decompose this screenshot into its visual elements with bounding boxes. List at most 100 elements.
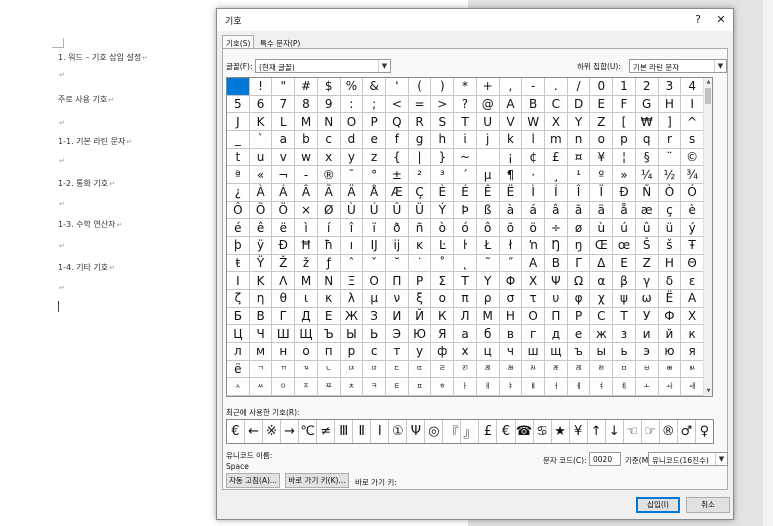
recent-symbol-cell[interactable]: ℃ (299, 420, 318, 443)
symbol-cell[interactable]: У (635, 307, 659, 326)
symbol-cell[interactable]: Ø (317, 201, 341, 220)
symbol-cell[interactable]: ˚ (431, 254, 455, 273)
symbol-cell[interactable]: Ÿ (249, 254, 273, 273)
shortcut-key-button[interactable]: 바로 가기 키(K)... (285, 473, 349, 488)
symbol-cell[interactable]: Ν (317, 272, 341, 290)
symbol-cell[interactable]: Õ (249, 201, 273, 220)
symbol-cell[interactable]: М (476, 307, 500, 326)
symbol-cell[interactable]: Q (385, 113, 409, 131)
symbol-cell[interactable]: ж (590, 325, 614, 343)
symbol-cell[interactable]: Л (454, 307, 477, 326)
symbol-cell[interactable]: Κ (249, 272, 273, 290)
symbol-cell[interactable]: α (590, 272, 614, 290)
autocorrect-button[interactable]: 자동 고침(A)... (226, 473, 280, 488)
symbol-cell[interactable]: з (613, 325, 636, 343)
symbol-cell[interactable]: ㅑ (499, 378, 523, 396)
symbol-cell[interactable]: ł (499, 236, 523, 255)
symbol-cell[interactable]: ; (363, 95, 386, 114)
symbol-cell[interactable]: ψ (613, 289, 636, 308)
symbol-cell[interactable]: t (227, 148, 250, 167)
scroll-up-icon[interactable]: ▲ (704, 78, 713, 87)
symbol-cell[interactable]: Н (499, 307, 523, 326)
symbol-cell[interactable]: Г (272, 307, 296, 326)
symbol-cell[interactable]: Æ (385, 183, 409, 202)
symbol-cell[interactable]: ㅂ (635, 360, 659, 379)
symbol-cell[interactable]: χ (590, 289, 614, 308)
symbol-cell[interactable]: i (454, 130, 477, 149)
symbol-cell[interactable]: Ł (476, 236, 500, 255)
recent-symbol-cell[interactable]: Ψ (407, 420, 426, 443)
symbol-cell[interactable]: þ (227, 236, 250, 255)
recent-symbol-cell[interactable]: ☜ (624, 420, 642, 443)
symbol-cell[interactable]: G (635, 95, 659, 114)
tab-symbols[interactable]: 기호(S) (222, 35, 255, 49)
symbol-cell[interactable]: ㄱ (249, 360, 273, 379)
symbol-cell[interactable]: 8 (295, 95, 318, 114)
symbol-cell[interactable]: м (249, 342, 273, 361)
symbol-cell[interactable]: ν (385, 289, 409, 308)
symbol-cell[interactable]: И (385, 307, 409, 326)
symbol-cell[interactable]: 7 (272, 95, 296, 114)
symbol-cell[interactable]: £ (544, 148, 568, 167)
document-line[interactable]: ↵ (58, 156, 65, 165)
symbol-cell[interactable]: В (249, 307, 273, 326)
symbol-cell[interactable]: γ (635, 272, 659, 290)
symbol-cell[interactable]: » (613, 166, 636, 184)
symbol-cell[interactable]: 9 (317, 95, 341, 114)
symbol-cell[interactable]: Γ (567, 254, 591, 273)
symbol-cell[interactable]: к (681, 325, 704, 343)
symbol-cell[interactable]: Й (408, 307, 432, 326)
symbol-cell[interactable]: ö (522, 219, 545, 237)
symbol-cell[interactable]: ± (385, 166, 409, 184)
symbol-cell[interactable]: e (363, 130, 386, 149)
symbol-cell[interactable]: Λ (272, 272, 296, 290)
symbol-cell[interactable]: Ñ (635, 183, 659, 202)
symbol-cell[interactable]: - (295, 166, 318, 184)
symbol-cell[interactable]: ä (590, 201, 614, 220)
symbol-cell[interactable]: ф (431, 342, 455, 361)
symbol-cell[interactable]: X (544, 113, 568, 131)
symbol-cell[interactable]: ч (499, 342, 523, 361)
document-scrollbar[interactable] (763, 0, 773, 526)
symbol-cell[interactable]: ㄻ (476, 360, 500, 379)
recent-symbol-cell[interactable]: ★ (552, 420, 570, 443)
symbol-cell[interactable]: Ï (590, 183, 614, 202)
symbol-cell[interactable]: π (454, 289, 477, 308)
symbol-cell[interactable]: ˇ (363, 254, 386, 273)
symbol-cell[interactable]: 6 (249, 95, 273, 114)
symbol-cell[interactable]: 1 (613, 78, 636, 96)
symbol-cell[interactable]: ç (658, 201, 682, 220)
symbol-cell[interactable]: f (385, 130, 409, 149)
symbol-cell[interactable]: η (249, 289, 273, 308)
symbol-cell[interactable]: Ю (408, 325, 432, 343)
symbol-cell[interactable]: ι (295, 289, 318, 308)
symbol-cell[interactable]: U (476, 113, 500, 131)
symbol-cell[interactable]: å (613, 201, 636, 220)
recent-symbol-cell[interactable]: Ⅱ (353, 420, 372, 443)
symbol-cell[interactable]: © (681, 148, 704, 167)
symbol-cell[interactable]: б (476, 325, 500, 343)
insert-button[interactable]: 삽입(I) (636, 497, 680, 513)
char-code-input[interactable]: 0020 (589, 452, 621, 466)
symbol-cell[interactable]: ㅖ (613, 378, 636, 396)
symbol-cell[interactable]: ^ (681, 113, 704, 131)
symbol-cell[interactable]: щ (544, 342, 568, 361)
symbol-cell[interactable]: 5 (227, 95, 250, 114)
symbol-cell[interactable]: µ (476, 166, 500, 184)
symbol-cell[interactable]: o (590, 130, 614, 149)
symbol-cell[interactable]: ρ (476, 289, 500, 308)
symbol-cell[interactable]: ㅒ (522, 378, 545, 396)
symbol-cell[interactable]: F (613, 95, 636, 114)
symbol-cell[interactable]: " (272, 78, 296, 96)
symbol-cell[interactable]: Å (363, 183, 386, 202)
symbol-cell[interactable]: Σ (431, 272, 455, 290)
symbol-cell[interactable]: Ι (227, 272, 250, 290)
symbol-cell[interactable]: è (681, 201, 704, 220)
document-line[interactable]: ↵ (58, 70, 65, 79)
symbol-cell[interactable]: Ŧ (681, 236, 704, 255)
recent-symbol-cell[interactable]: ® (660, 420, 678, 443)
symbol-cell[interactable]: W (522, 113, 545, 131)
symbol-cell[interactable]: º (590, 166, 614, 184)
document-line[interactable]: ↵ (58, 118, 65, 127)
symbol-cell[interactable]: ㅐ (476, 378, 500, 396)
